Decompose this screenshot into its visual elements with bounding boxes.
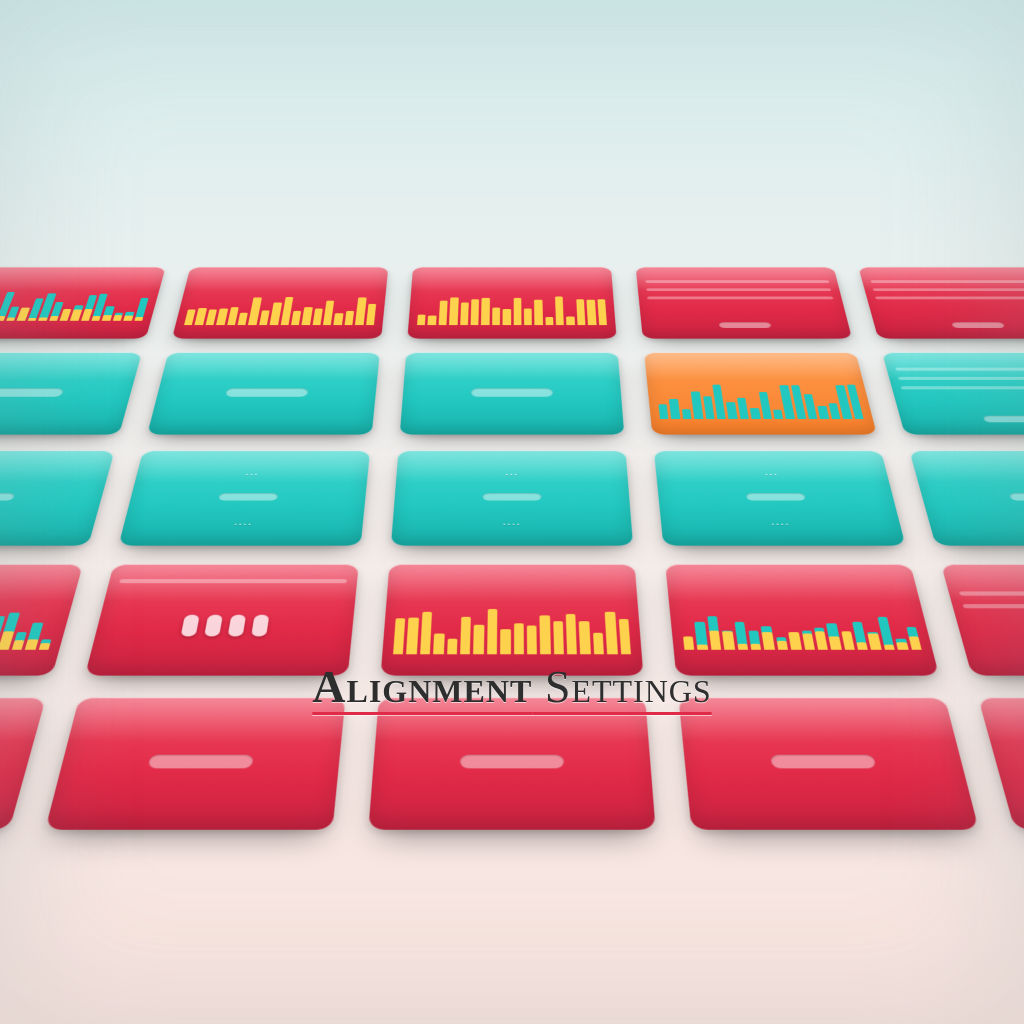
card-tile[interactable] bbox=[85, 564, 359, 675]
card-tile[interactable] bbox=[400, 352, 625, 434]
card-tile[interactable] bbox=[0, 267, 166, 339]
card-tile[interactable] bbox=[381, 564, 644, 675]
card-tile[interactable] bbox=[407, 267, 616, 339]
card-grid: ··································· bbox=[0, 267, 1024, 830]
card-grid-stage: ··································· bbox=[0, 267, 1024, 940]
card-tile[interactable] bbox=[147, 352, 380, 434]
card-tile[interactable] bbox=[368, 697, 655, 829]
card-tile[interactable] bbox=[644, 352, 877, 434]
card-tile[interactable]: ······· bbox=[391, 451, 633, 546]
card-tile[interactable] bbox=[678, 697, 978, 829]
card-tile[interactable] bbox=[941, 564, 1024, 675]
card-tile[interactable] bbox=[45, 697, 345, 829]
card-tile[interactable] bbox=[978, 697, 1024, 829]
card-tile[interactable] bbox=[0, 352, 142, 434]
card-tile[interactable] bbox=[882, 352, 1024, 434]
card-tile[interactable]: ······· bbox=[118, 451, 370, 546]
page-title: Alignment Settings bbox=[312, 660, 711, 713]
title-strong: Alignment bbox=[312, 661, 532, 712]
title-overlay: Alignment Settings bbox=[0, 660, 1024, 713]
card-tile[interactable]: ······· bbox=[0, 451, 115, 546]
card-tile[interactable] bbox=[665, 564, 939, 675]
card-tile[interactable]: ······· bbox=[909, 451, 1024, 546]
card-tile[interactable] bbox=[636, 267, 852, 339]
card-tile[interactable] bbox=[0, 564, 83, 675]
card-tile[interactable] bbox=[858, 267, 1024, 339]
card-tile[interactable] bbox=[0, 697, 46, 829]
title-rest: Settings bbox=[532, 661, 711, 712]
card-tile[interactable]: ······· bbox=[654, 451, 906, 546]
card-tile[interactable] bbox=[172, 267, 388, 339]
